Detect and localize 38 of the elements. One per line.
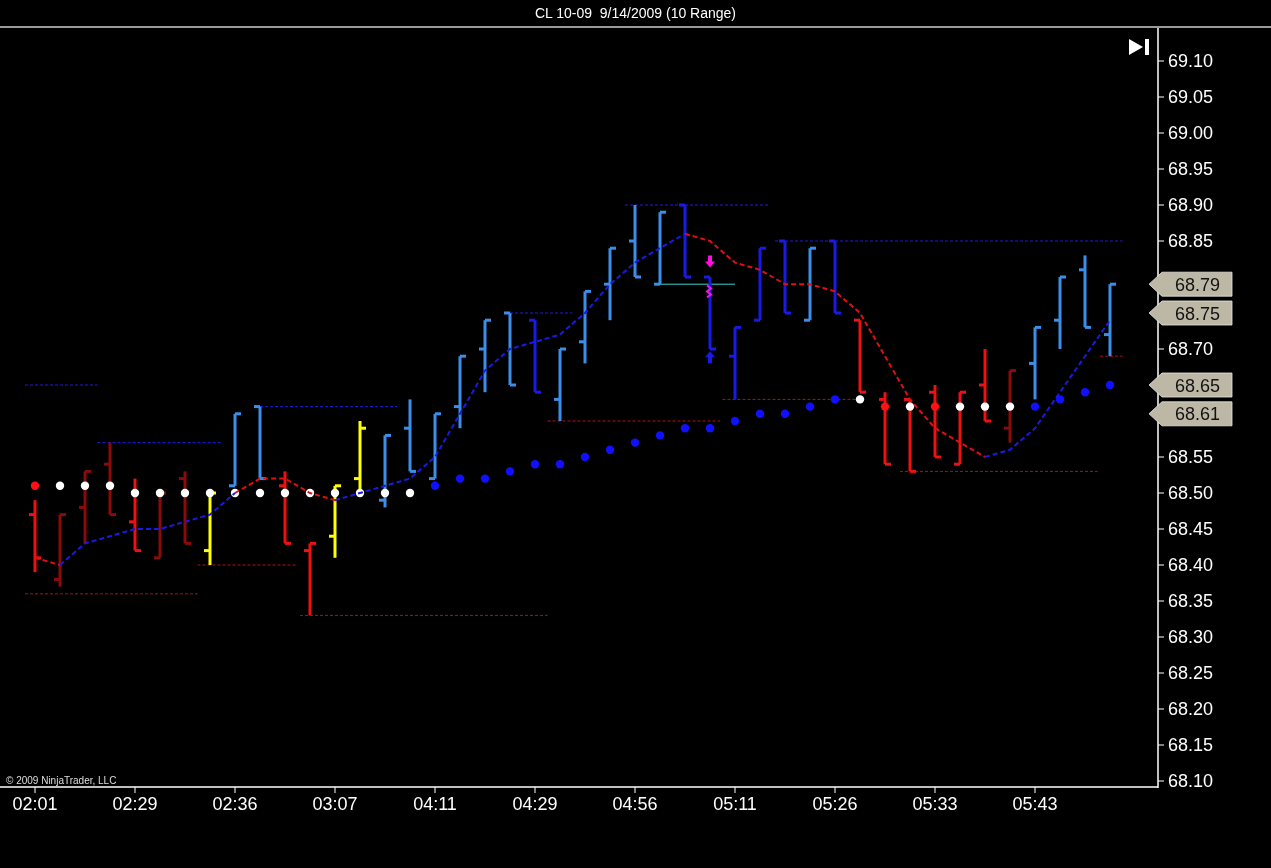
price-axis-label: 69.10 (1168, 51, 1214, 71)
time-axis-label: 05:43 (1012, 794, 1058, 814)
price-axis-label: 68.85 (1168, 231, 1214, 251)
scroll-to-end-icon[interactable] (1129, 39, 1149, 55)
copyright-text: © 2009 NinjaTrader, LLC (6, 775, 117, 786)
price-axis-label: 68.40 (1168, 555, 1214, 575)
price-axis-label: 68.10 (1168, 771, 1214, 791)
price-axis-label: 68.30 (1168, 627, 1214, 647)
time-axis-label: 02:01 (12, 794, 58, 814)
price-axis-label: 69.05 (1168, 87, 1214, 107)
down-arrow-icon (705, 255, 715, 268)
price-marker-label: 68.79 (1175, 274, 1221, 295)
chevron-icon (705, 284, 713, 299)
price-axis-label: 68.55 (1168, 447, 1214, 467)
time-axis-label: 05:33 (912, 794, 958, 814)
price-axis-label: 68.20 (1168, 699, 1214, 719)
price-axis-label: 68.50 (1168, 483, 1214, 503)
price-axis-label: 68.25 (1168, 663, 1214, 683)
time-axis-label: 04:56 (612, 794, 658, 814)
time-axis-label: 05:11 (713, 794, 757, 814)
price-axis-label: 68.90 (1168, 195, 1214, 215)
up-arrow-icon (705, 351, 715, 364)
price-axis-label: 68.15 (1168, 735, 1214, 755)
time-axis-label: 02:29 (112, 794, 158, 814)
price-axis-label: 68.95 (1168, 159, 1214, 179)
price-axis-label: 68.70 (1168, 339, 1214, 359)
price-marker-label: 68.65 (1175, 375, 1221, 396)
time-axis-label: 03:07 (312, 794, 358, 814)
time-axis-label: 04:11 (413, 794, 457, 814)
price-axis-label: 68.45 (1168, 519, 1214, 539)
time-axis-label: 04:29 (512, 794, 558, 814)
window-title: CL 10-09 9/14/2009 (10 Range) (534, 5, 737, 21)
price-marker-label: 68.61 (1175, 404, 1221, 425)
time-axis-label: 05:26 (812, 794, 858, 814)
price-axis-label: 69.00 (1168, 123, 1214, 143)
time-axis-label: 02:36 (212, 794, 258, 814)
price-marker-label: 68.75 (1175, 303, 1221, 324)
price-axis-label: 68.35 (1168, 591, 1214, 611)
